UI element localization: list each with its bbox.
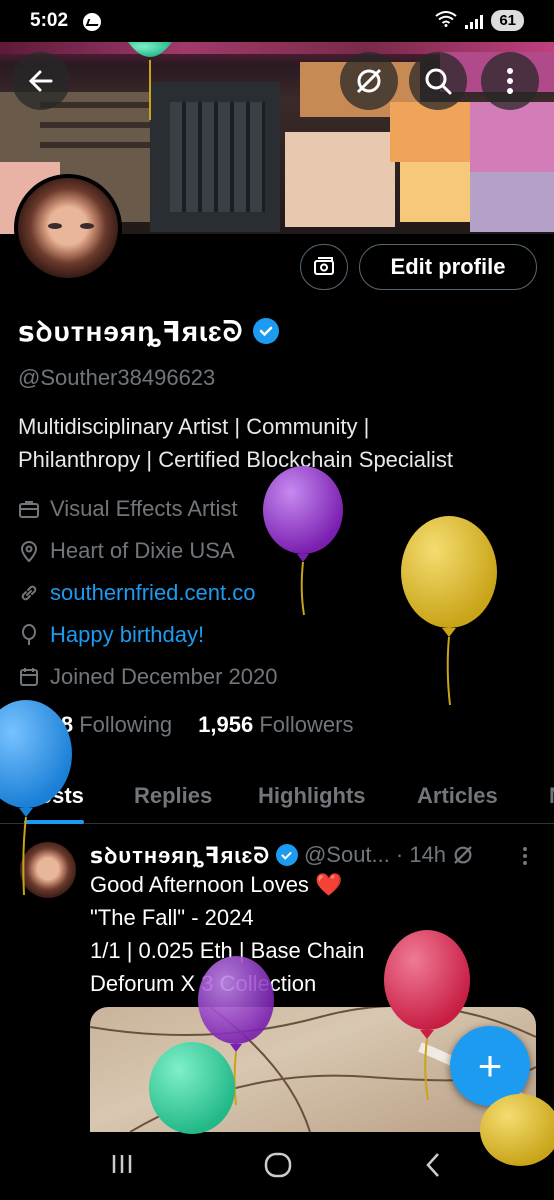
profile-avatar[interactable] (14, 174, 122, 282)
more-button[interactable] (481, 52, 539, 110)
post-author-avatar[interactable] (20, 842, 76, 898)
post-author-handle: @Sout... (303, 842, 390, 867)
post-time: · 14h (395, 842, 447, 867)
website-link[interactable]: southernfried.cent.co (50, 580, 255, 606)
grok-icon (356, 68, 382, 94)
name-row: ꜱꝺᴜᴛнɘᴙȵꟻᴙɩɛᘐ (18, 312, 280, 350)
plus-icon: + (477, 1042, 503, 1089)
post-line: 1/1 | 0.025 Eth | Base Chain (90, 938, 365, 963)
followers-label: Followers (259, 712, 354, 737)
birthday-row: Happy birthday! (18, 622, 204, 648)
status-time: 5:02 (30, 10, 69, 31)
calendar-icon (18, 666, 40, 688)
post-line: Good Afternoon Loves ❤️ (90, 872, 343, 897)
display-name: ꜱꝺᴜᴛнɘᴙȵꟻᴙɩɛᘐ (18, 316, 244, 347)
joined-text: Joined December 2020 (50, 664, 278, 689)
post-author-name[interactable]: ꜱꝺᴜᴛнɘᴙȵꟻᴙɩɛᘐ (90, 840, 270, 870)
tab-replies[interactable]: Replies (134, 770, 212, 822)
followers-count: 1,956 (198, 712, 254, 737)
followers-link[interactable]: 1,956 Followers (198, 712, 353, 738)
verified-badge-icon (253, 318, 280, 344)
grok-icon[interactable] (452, 844, 474, 866)
messenger-icon (83, 13, 101, 31)
following-label: Following (79, 712, 173, 737)
search-button[interactable] (409, 52, 467, 110)
tab-highlights[interactable]: Highlights (258, 770, 366, 822)
back-nav-icon[interactable] (424, 1152, 442, 1178)
signal-icon (465, 13, 484, 29)
recent-apps-icon[interactable] (110, 1152, 134, 1176)
tab-articles[interactable]: Articles (417, 770, 498, 822)
following-count: 1,808 (18, 712, 74, 737)
profile-tabs: Posts Replies Highlights Articles M (0, 770, 554, 824)
website-row: southernfried.cent.co (18, 580, 255, 606)
bio-line: Philanthropy | Certified Blockchain Spec… (18, 447, 453, 472)
profession-row: Visual Effects Artist (18, 496, 238, 522)
link-icon (18, 582, 40, 604)
briefcase-icon (18, 498, 40, 520)
status-bar: 5:02 61 (0, 0, 554, 42)
monetization-icon (314, 257, 334, 275)
joined-row: Joined December 2020 (18, 664, 277, 690)
android-nav-bar (0, 1132, 554, 1200)
back-button[interactable] (12, 52, 70, 110)
search-icon (425, 68, 452, 95)
grok-button[interactable] (340, 52, 398, 110)
tab-posts[interactable]: Posts (24, 770, 84, 824)
location-text: Heart of Dixie USA (50, 538, 235, 563)
profile-bio: Multidisciplinary Artist | Community | P… (18, 410, 543, 476)
profile-handle: @Souther38496623 (18, 365, 216, 390)
compose-button[interactable]: + (450, 1026, 530, 1106)
more-vertical-icon (507, 68, 513, 94)
bio-line: Multidisciplinary Artist | Community | (18, 414, 370, 439)
subscriptions-button[interactable] (300, 244, 348, 290)
verified-badge-icon (275, 844, 298, 866)
arrow-left-icon (28, 70, 53, 92)
profession-text: Visual Effects Artist (50, 496, 238, 521)
home-icon[interactable] (264, 1152, 292, 1178)
tab-media[interactable]: M (549, 770, 554, 822)
follow-stats: 1,808 Following 1,956 Followers (18, 712, 353, 738)
post-line: "The Fall" - 2024 (90, 905, 254, 930)
edit-profile-button[interactable]: Edit profile (359, 244, 537, 290)
post-header: ꜱꝺᴜᴛнɘᴙȵꟻᴙɩɛᘐ @Sout... · 14h (90, 840, 474, 870)
balloon-icon (18, 624, 40, 646)
birthday-text[interactable]: Happy birthday! (50, 622, 204, 648)
battery-indicator: 61 (491, 10, 524, 31)
post-more-icon[interactable] (522, 846, 528, 866)
post-text: Good Afternoon Loves ❤️ "The Fall" - 202… (90, 868, 530, 1000)
location-row: Heart of Dixie USA (18, 538, 235, 564)
wifi-icon (435, 10, 457, 31)
following-link[interactable]: 1,808 Following (18, 712, 172, 738)
location-pin-icon (18, 540, 40, 562)
post-line: Deforum X 3 Collection (90, 971, 317, 996)
